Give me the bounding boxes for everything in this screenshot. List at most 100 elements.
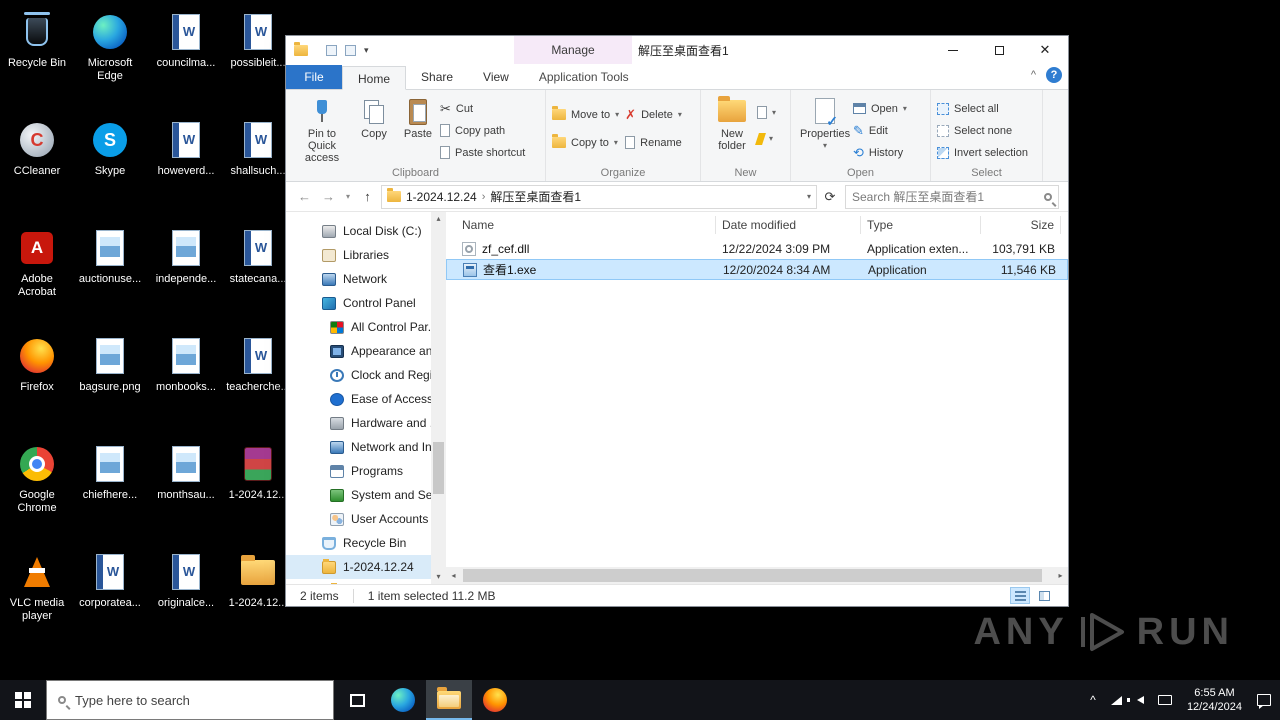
start-button[interactable] <box>0 680 46 720</box>
file-row-selected[interactable]: 查看1.exe 12/20/2024 8:34 AM Application 1… <box>446 259 1068 280</box>
scroll-up-icon[interactable]: ▴ <box>436 212 440 226</box>
desktop-icon-doc[interactable]: howeverd... <box>150 118 222 222</box>
nav-item-libraries[interactable]: Libraries <box>286 243 446 267</box>
nav-item-network-internet[interactable]: Network and In... <box>286 435 446 459</box>
tray-keyboard-icon[interactable] <box>1153 680 1177 720</box>
tray-network-icon[interactable] <box>1105 680 1129 720</box>
up-button[interactable]: ↑ <box>357 189 378 204</box>
scroll-right-icon[interactable]: ▸ <box>1053 571 1068 580</box>
desktop-icon-vlc[interactable]: VLC media player <box>1 550 73 654</box>
desktop-icon-image[interactable]: auctionuse... <box>74 226 146 330</box>
help-icon[interactable]: ? <box>1046 67 1062 83</box>
nav-item-control-panel[interactable]: Control Panel <box>286 291 446 315</box>
nav-scrollbar-thumb[interactable] <box>433 442 444 494</box>
scroll-down-icon[interactable]: ▾ <box>436 570 440 584</box>
nav-item-network[interactable]: Network <box>286 267 446 291</box>
breadcrumb-current[interactable]: 解压至桌面查看1 <box>490 188 581 205</box>
easy-access-button[interactable]: ▾ <box>755 129 776 148</box>
new-folder-button[interactable]: New folder <box>707 95 757 154</box>
select-all-button[interactable]: Select all <box>937 99 1028 118</box>
notification-center-icon[interactable] <box>1252 680 1276 720</box>
back-button[interactable]: ← <box>294 189 315 204</box>
large-icons-view-button[interactable] <box>1034 587 1054 604</box>
task-view-button[interactable] <box>334 680 380 720</box>
nav-item-appearance[interactable]: Appearance an... <box>286 339 446 363</box>
desktop-icon-doc[interactable]: teacherche... <box>222 334 294 438</box>
desktop-icon-image[interactable]: chiefhere... <box>74 442 146 546</box>
copy-button[interactable]: Copy <box>352 95 396 142</box>
desktop-icon-image[interactable]: bagsure.png <box>74 334 146 438</box>
open-button[interactable]: Open ▾ <box>853 99 907 118</box>
collapse-ribbon-chevron-icon[interactable]: ^ <box>1031 69 1036 81</box>
desktop-icon-doc[interactable]: originalce... <box>150 550 222 654</box>
tab-view[interactable]: View <box>468 65 524 89</box>
desktop-icon-doc[interactable]: corporatea... <box>74 550 146 654</box>
nav-item-ease-of-access[interactable]: Ease of Access <box>286 387 446 411</box>
nav-item-all-control-panel[interactable]: All Control Par... <box>286 315 446 339</box>
desktop-icon-skype[interactable]: Skype <box>74 118 146 222</box>
copy-to-button[interactable]: Copy to ▾ <box>552 133 619 152</box>
column-header-type[interactable]: Type <box>861 216 981 234</box>
desktop-icon-doc[interactable]: councilma... <box>150 10 222 114</box>
taskbar-firefox-button[interactable] <box>472 680 518 720</box>
new-item-button[interactable]: ▾ <box>757 103 776 122</box>
title-bar[interactable]: ▾ Manage 解压至桌面查看1 ✕ <box>286 36 1068 64</box>
horizontal-scrollbar[interactable]: ◂ ▸ <box>446 567 1068 584</box>
desktop-icon-chrome[interactable]: Google Chrome <box>1 442 73 546</box>
copy-path-button[interactable]: Copy path <box>440 121 525 140</box>
nav-item-system-security[interactable]: System and Se... <box>286 483 446 507</box>
address-bar[interactable]: 1-2024.12.24 › 解压至桌面查看1 ▾ <box>381 184 817 209</box>
nav-item-clock-region[interactable]: Clock and Regi... <box>286 363 446 387</box>
taskbar-search[interactable]: Type here to search <box>46 680 334 720</box>
desktop-icon-recycle-bin[interactable]: Recycle Bin <box>1 10 73 114</box>
taskbar-explorer-button[interactable] <box>426 680 472 720</box>
desktop-icon-edge[interactable]: Microsoft Edge <box>74 10 146 114</box>
nav-item-folder[interactable]: 1-2024.12.24 <box>286 555 446 579</box>
nav-item-hardware[interactable]: Hardware and ... <box>286 411 446 435</box>
cut-button[interactable]: ✂ Cut <box>440 99 525 118</box>
select-none-button[interactable]: Select none <box>937 121 1028 140</box>
close-button[interactable]: ✕ <box>1022 36 1068 64</box>
desktop-icon-image[interactable]: monbooks... <box>150 334 222 438</box>
file-row[interactable]: zf_cef.dll 12/22/2024 3:09 PM Applicatio… <box>446 238 1068 259</box>
desktop-icon-ccleaner[interactable]: CCleaner <box>1 118 73 222</box>
move-to-button[interactable]: Move to ▾ <box>552 105 619 124</box>
nav-item-recycle-bin[interactable]: Recycle Bin <box>286 531 446 555</box>
column-header-size[interactable]: Size <box>981 216 1061 234</box>
refresh-button[interactable]: ⟳ <box>820 189 840 205</box>
column-header-name[interactable]: Name <box>446 216 716 234</box>
desktop-icon-image[interactable]: independe... <box>150 226 222 330</box>
qat-properties-icon[interactable] <box>326 44 337 56</box>
delete-button[interactable]: ✗ Delete ▾ <box>625 105 682 124</box>
search-box[interactable]: Search 解压至桌面查看1 <box>845 184 1059 209</box>
invert-selection-button[interactable]: Invert selection <box>937 143 1028 162</box>
scroll-left-icon[interactable]: ◂ <box>446 571 461 580</box>
paste-shortcut-button[interactable]: Paste shortcut <box>440 143 525 162</box>
qat-customize-chevron-icon[interactable]: ▾ <box>364 45 369 56</box>
tab-share[interactable]: Share <box>406 65 468 89</box>
desktop-icon-folder[interactable]: 1-2024.12... <box>222 550 294 654</box>
taskbar-edge-button[interactable] <box>380 680 426 720</box>
pin-to-quick-access-button[interactable]: Pin to Quick access <box>292 95 352 166</box>
taskbar-clock[interactable]: 6:55 AM 12/24/2024 <box>1187 686 1242 714</box>
tray-chevron-icon[interactable]: ^ <box>1081 680 1105 720</box>
address-dropdown-chevron-icon[interactable]: ▾ <box>807 192 811 201</box>
nav-item-folder-partial[interactable] <box>286 579 446 584</box>
desktop-icon-acrobat[interactable]: Adobe Acrobat <box>1 226 73 330</box>
column-header-date-modified[interactable]: Date modified <box>716 216 861 234</box>
horizontal-scrollbar-thumb[interactable] <box>463 569 1042 582</box>
tray-volume-icon[interactable] <box>1127 680 1153 720</box>
properties-button[interactable]: Properties ▾ <box>797 95 853 154</box>
forward-button[interactable]: → <box>318 189 339 204</box>
desktop-icon-doc[interactable]: possibleit... <box>222 10 294 114</box>
minimize-button[interactable] <box>930 36 976 64</box>
tab-home[interactable]: Home <box>342 66 407 90</box>
tab-file[interactable]: File <box>286 65 342 89</box>
history-button[interactable]: ⟲ History <box>853 143 907 162</box>
qat-new-folder-icon[interactable] <box>345 44 356 56</box>
nav-item-user-accounts[interactable]: User Accounts <box>286 507 446 531</box>
desktop-icon-rar-archive[interactable]: 1-2024.12... <box>222 442 294 546</box>
maximize-button[interactable] <box>976 36 1022 64</box>
nav-scrollbar[interactable]: ▴ ▾ <box>431 212 446 584</box>
nav-item-local-disk[interactable]: Local Disk (C:) <box>286 219 446 243</box>
